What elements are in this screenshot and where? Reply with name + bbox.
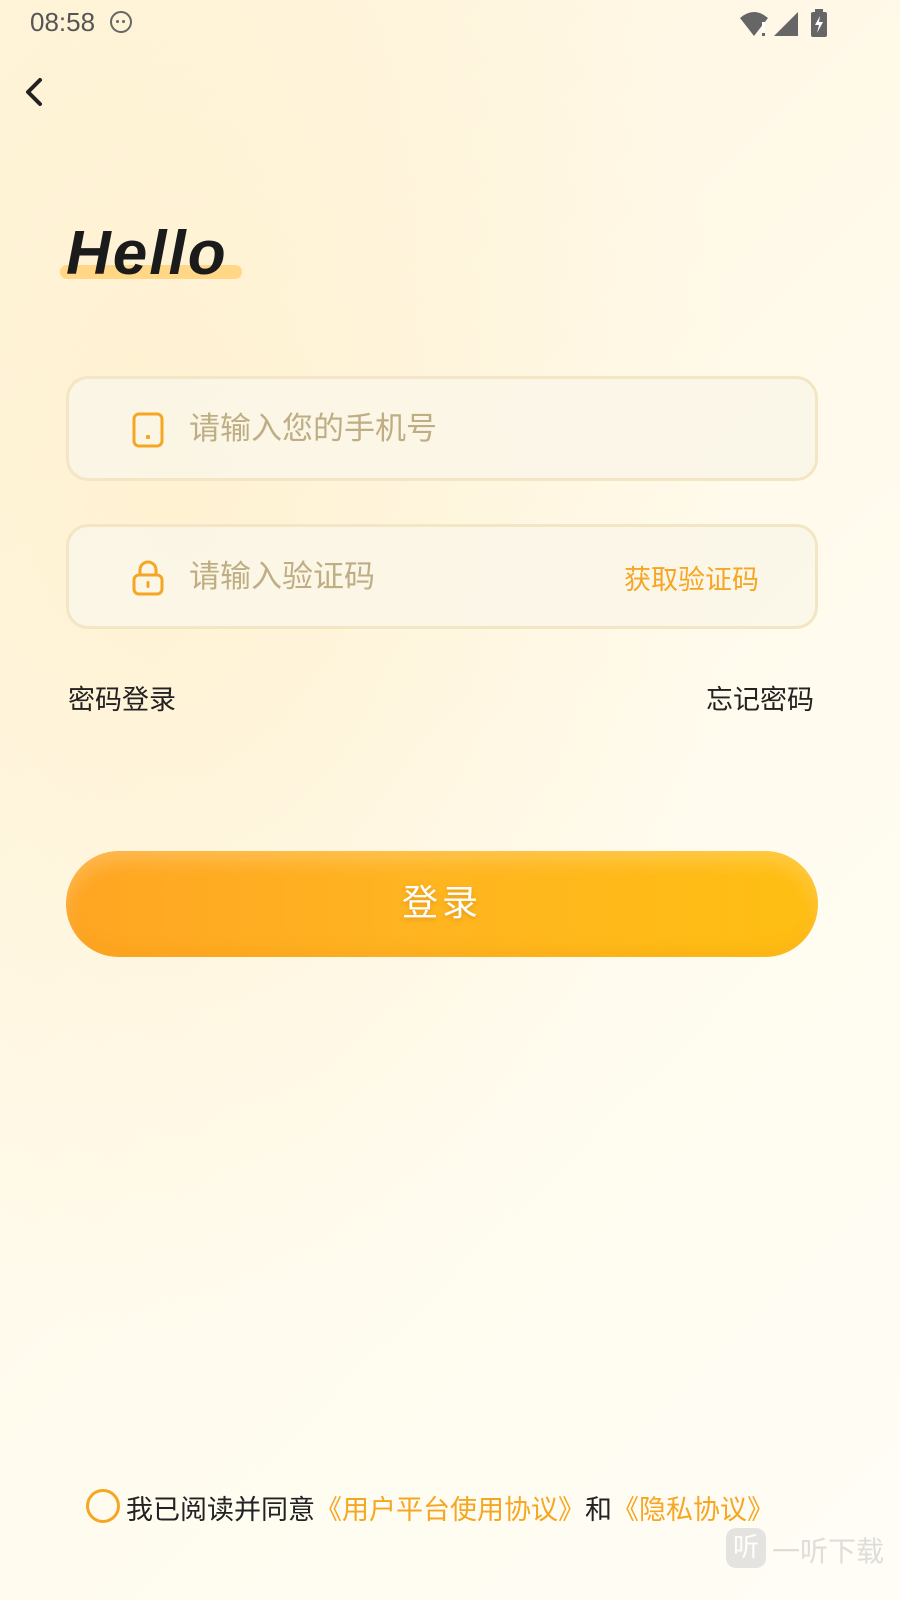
back-button[interactable]	[16, 72, 52, 112]
phone-icon	[132, 412, 164, 448]
status-time: 08:58	[30, 7, 96, 37]
agreement-checkbox[interactable]	[86, 1488, 120, 1523]
agreement-and: 和	[585, 1495, 612, 1526]
phone-field[interactable]	[66, 376, 818, 481]
chevron-left-icon	[26, 78, 42, 106]
wifi-icon	[740, 12, 768, 36]
privacy-agreement-link[interactable]: 《隐私协议》	[612, 1495, 774, 1526]
password-login-link[interactable]: 密码登录	[68, 678, 176, 717]
watermark-text: 一听下载	[772, 1535, 885, 1568]
lock-icon	[132, 560, 164, 596]
status-icons	[740, 9, 827, 37]
get-code-button[interactable]: 获取验证码	[624, 558, 759, 597]
status-bar: 08:58	[0, 0, 900, 48]
user-agreement-link[interactable]: 《用户平台使用协议》	[315, 1495, 585, 1526]
verification-code-field[interactable]: 获取验证码	[66, 524, 818, 629]
forgot-password-link[interactable]: 忘记密码	[706, 678, 814, 717]
hello-title: Hello	[66, 219, 228, 288]
login-button[interactable]: 登录	[66, 851, 818, 957]
notification-face-icon	[110, 11, 132, 33]
hello-heading: Hello	[60, 222, 260, 292]
signal-icon	[774, 12, 798, 36]
watermark: 听 一听下载	[726, 1526, 886, 1570]
battery-charging-icon	[811, 9, 827, 37]
agreement-row: 我已阅读并同意《用户平台使用协议》和《隐私协议》	[86, 1488, 774, 1528]
watermark-logo-icon: 听	[726, 1528, 766, 1568]
verification-code-input[interactable]	[189, 551, 609, 603]
agreement-prefix: 我已阅读并同意	[126, 1495, 315, 1526]
phone-input[interactable]	[189, 403, 609, 455]
